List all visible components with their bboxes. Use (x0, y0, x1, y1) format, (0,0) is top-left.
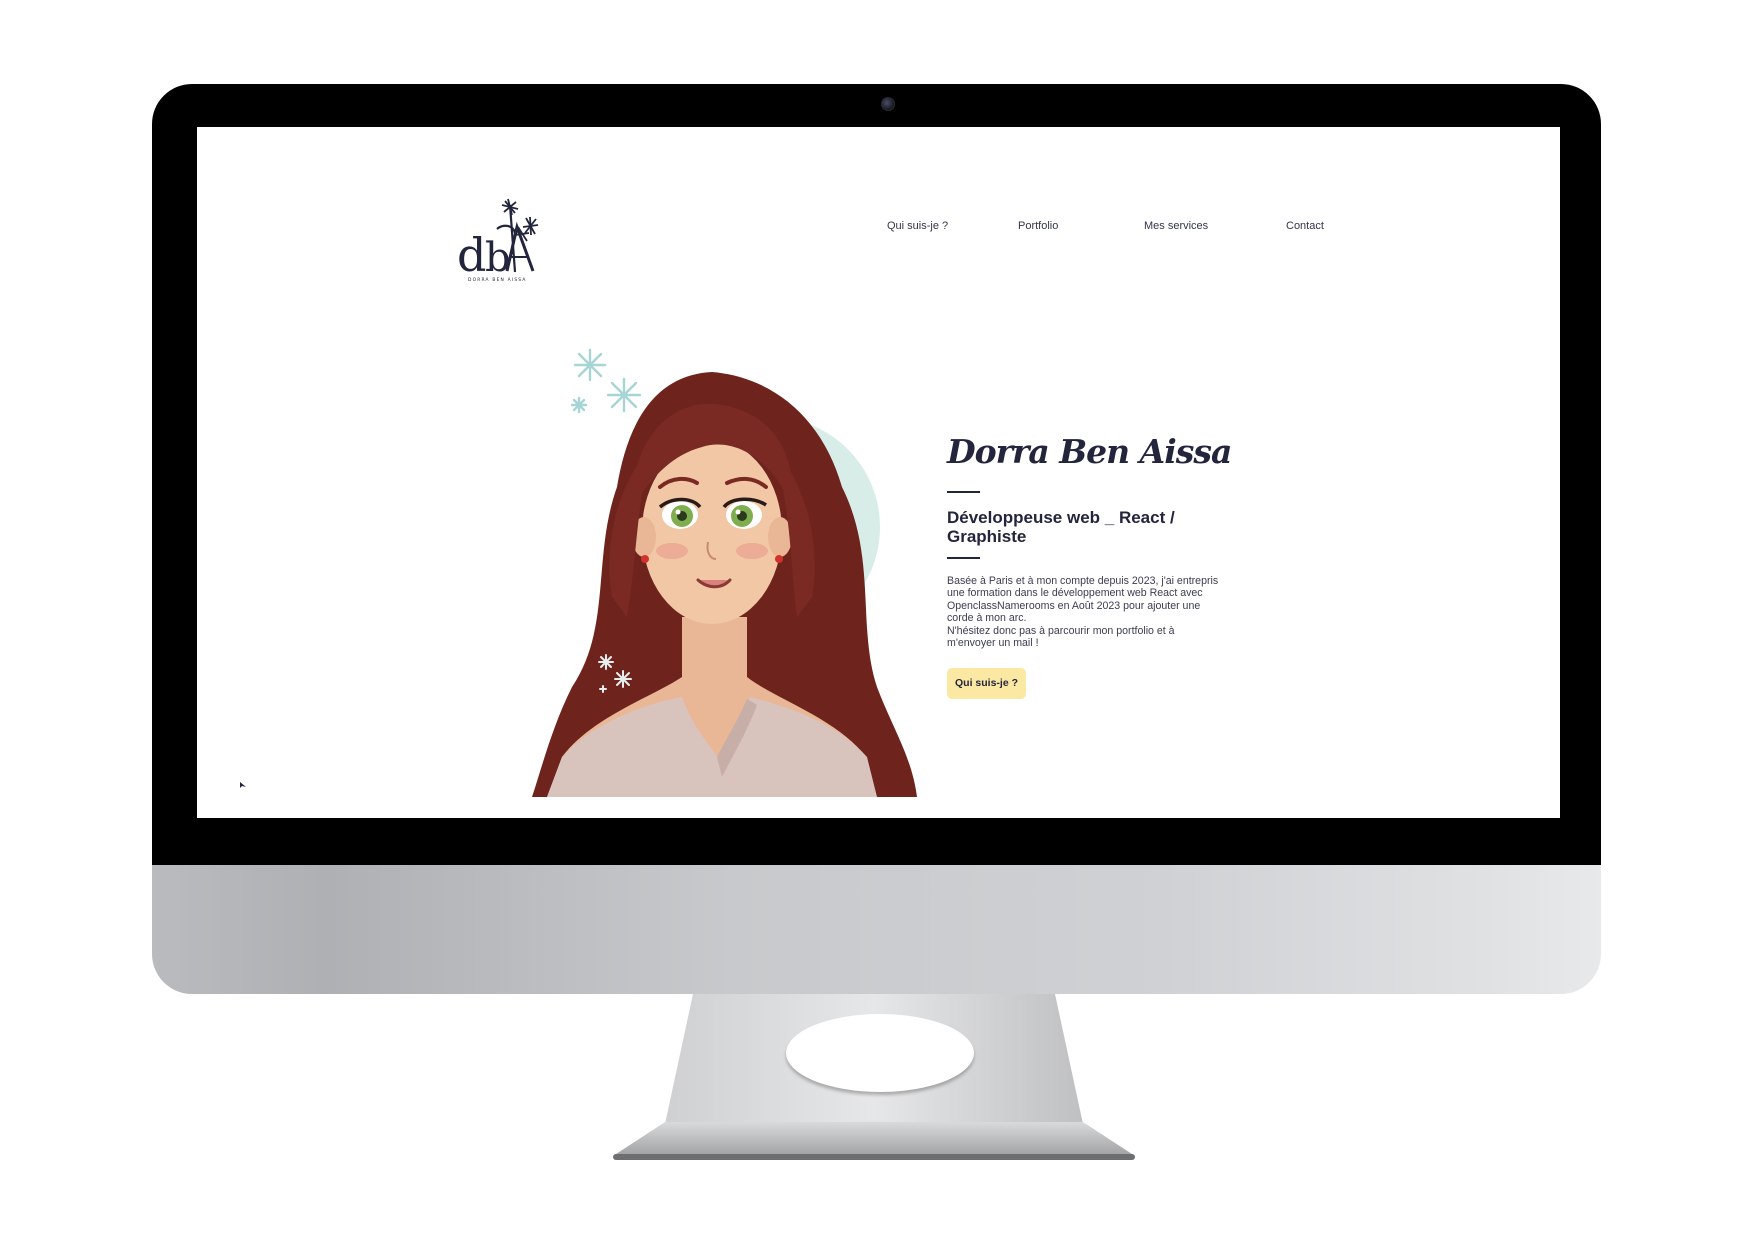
nav-link-portfolio[interactable]: Portfolio (1018, 220, 1058, 232)
flower-logo-icon: d b DORRA BEN AISSA (457, 198, 539, 283)
monitor-stand (613, 994, 1135, 1170)
avatar-illustration (532, 337, 917, 797)
divider (947, 557, 980, 559)
nav-link-mes-services[interactable]: Mes services (1144, 220, 1208, 232)
flower-icon (570, 348, 642, 414)
monitor-chin (152, 865, 1601, 994)
description-line: corde à mon arc. (947, 612, 1027, 625)
webcam-icon (881, 97, 895, 111)
nav-link-contact[interactable]: Contact (1286, 220, 1324, 232)
website-screen: d b DORRA BEN AISSA Qui suis-je ? Portfo… (197, 127, 1560, 818)
hero-role: Développeuse web _ React / Graphiste (947, 508, 1175, 546)
svg-text:b: b (485, 235, 511, 281)
imac-monitor: d b DORRA BEN AISSA Qui suis-je ? Portfo… (152, 84, 1601, 994)
description-line: N'hésitez donc pas à parcourir mon portf… (947, 624, 1175, 637)
stand-cutout (786, 1014, 974, 1092)
hero-name: Dorra Ben Aissa (947, 432, 1232, 471)
mouse-cursor-icon (240, 782, 246, 788)
hero-description: Basée à Paris et à mon compte depuis 202… (947, 575, 1247, 649)
nav-link-qui-suis-je[interactable]: Qui suis-je ? (887, 220, 948, 232)
logo-caption: DORRA BEN AISSA (468, 277, 527, 283)
description-line: m'envoyer un mail ! (947, 637, 1039, 650)
description-line: Basée à Paris et à mon compte depuis 202… (947, 575, 1219, 587)
screen-bezel: d b DORRA BEN AISSA Qui suis-je ? Portfo… (152, 84, 1601, 865)
description-line: OpenclassNamerooms en Août 2023 pour ajo… (947, 599, 1201, 612)
description-line: une formation dans le développement web … (947, 587, 1203, 600)
svg-text:d: d (457, 228, 486, 282)
qui-suis-je-button[interactable]: Qui suis-je ? (947, 668, 1026, 699)
site-logo[interactable]: d b DORRA BEN AISSA (455, 197, 555, 287)
divider (947, 491, 980, 493)
